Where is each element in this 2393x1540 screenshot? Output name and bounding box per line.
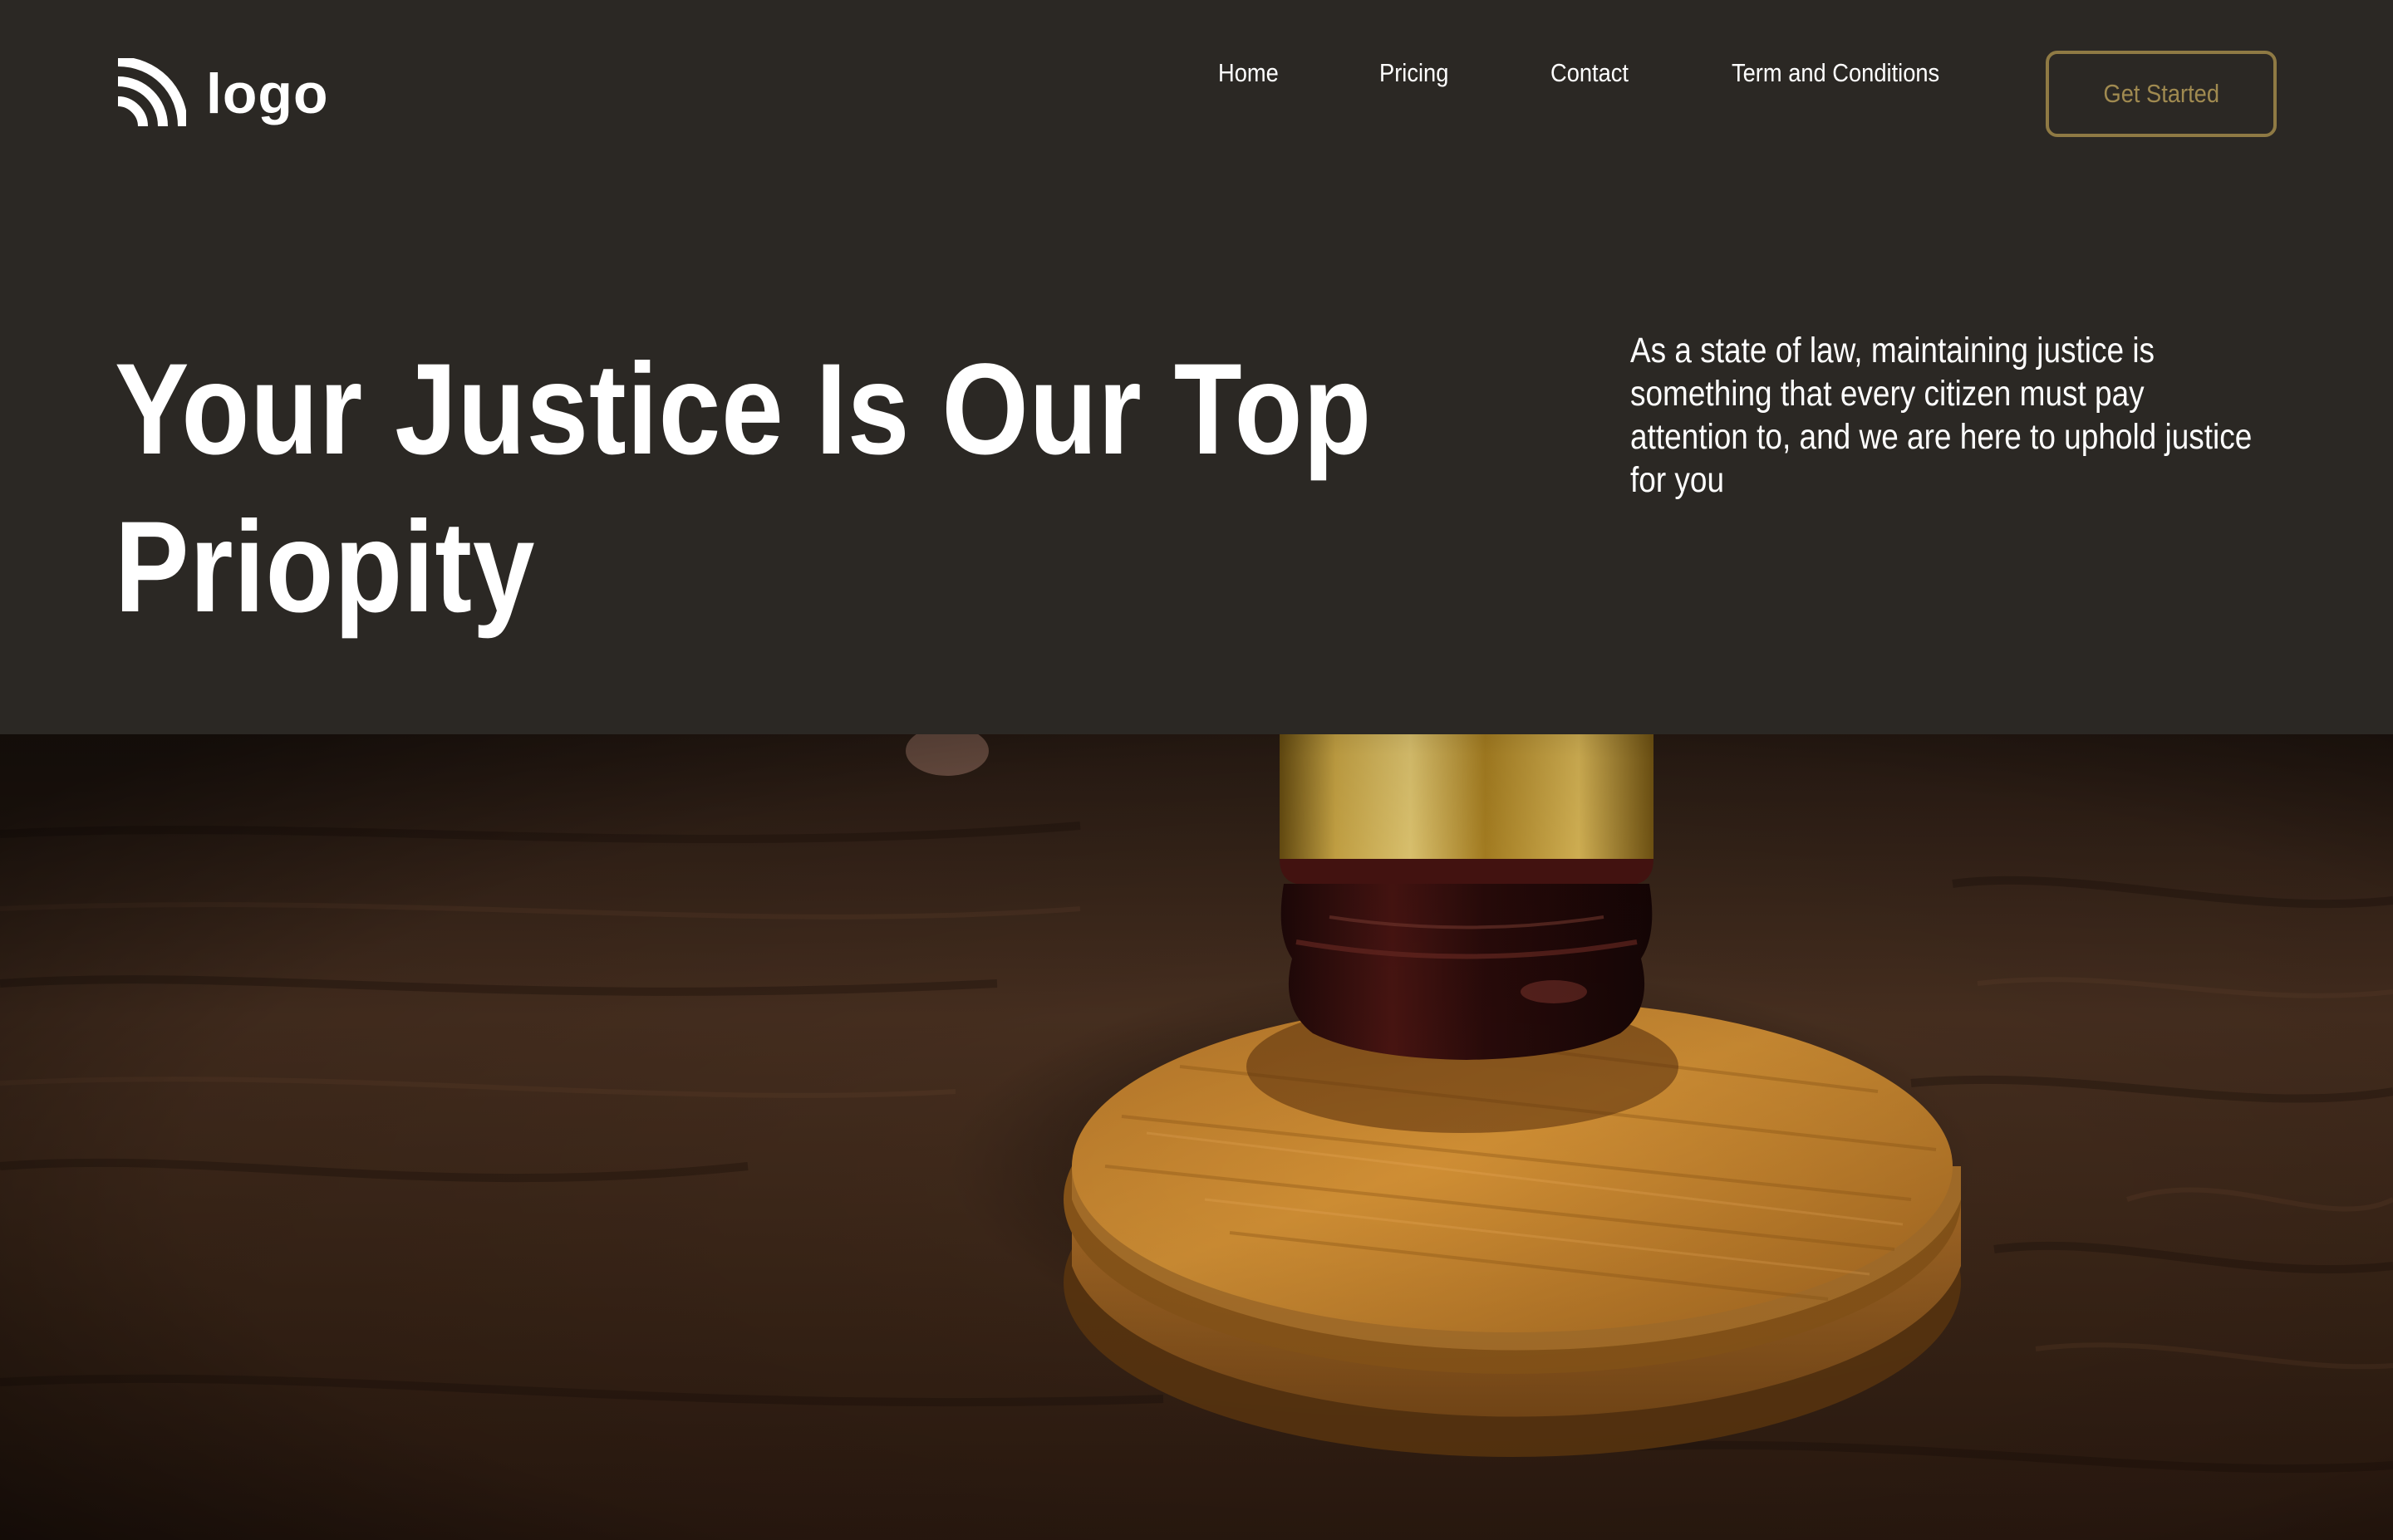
hero-description-line: As a state of law, maintaining justice i… <box>1630 331 2155 370</box>
gavel-photo <box>0 734 2393 1540</box>
hero-description: As a state of law, maintaining justice i… <box>1630 329 2312 502</box>
nav-link-home[interactable]: Home <box>1218 52 1279 94</box>
landing-page: logo Home Pricing Contact Term and Condi… <box>0 0 2393 1540</box>
hero-title-line: Your Justice Is Our Top <box>115 337 1373 482</box>
get-started-label: Get Started <box>2103 79 2219 108</box>
hero-description-line: attention to, and we are here to uphold … <box>1630 417 2253 457</box>
logo-mark-icon <box>117 58 186 127</box>
logo-text: logo <box>206 62 329 125</box>
get-started-button[interactable]: Get Started <box>2046 51 2277 137</box>
hero-description-line: something that every citizen must pay <box>1630 374 2145 414</box>
nav-link-terms[interactable]: Term and Conditions <box>1732 52 1939 94</box>
hero-title: Your Justice Is Our Top Priopity <box>115 331 1477 646</box>
nav-link-pricing[interactable]: Pricing <box>1379 52 1448 94</box>
gavel-illustration <box>0 734 2393 1540</box>
hero-description-line: for you <box>1630 460 1725 500</box>
logo[interactable]: logo <box>115 58 329 130</box>
hero-title-line: Priopity <box>115 495 536 640</box>
nav-link-contact[interactable]: Contact <box>1550 52 1629 94</box>
navbar: logo Home Pricing Contact Term and Condi… <box>0 0 2393 186</box>
